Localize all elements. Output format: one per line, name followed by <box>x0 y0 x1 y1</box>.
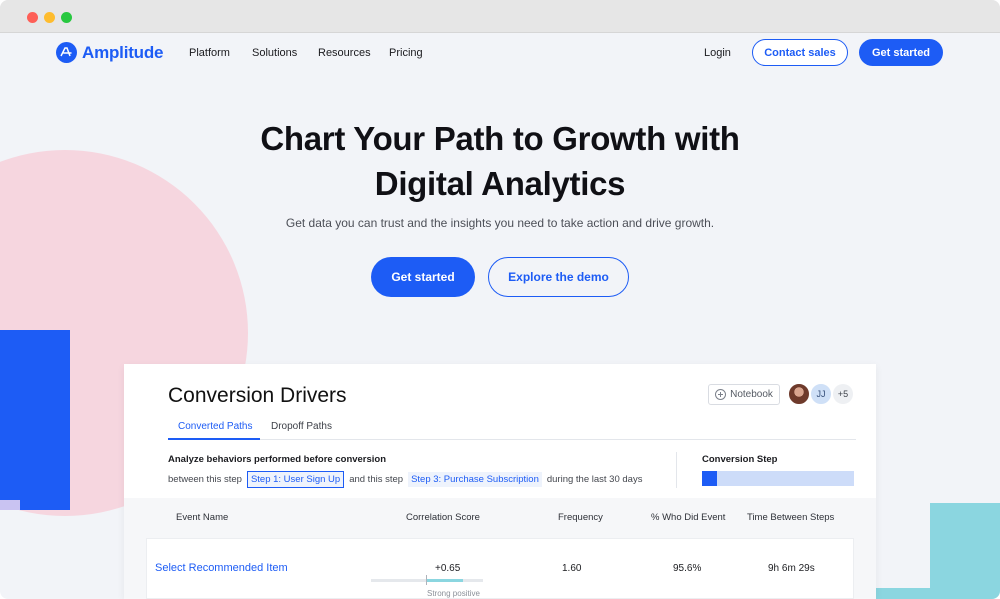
browser-window: Amplitude Platform Solutions Resources P… <box>0 0 1000 599</box>
close-window-button[interactable] <box>27 12 38 23</box>
brand-name: Amplitude <box>82 42 164 62</box>
pct-did-event-value: 95.6% <box>673 563 702 574</box>
notebook-button[interactable]: Notebook <box>708 384 780 405</box>
column-header-pct-who-did-event[interactable]: % Who Did Event <box>651 512 725 523</box>
tab-converted-paths[interactable]: Converted Paths <box>178 421 253 432</box>
column-header-event-name[interactable]: Event Name <box>176 512 228 523</box>
nav-link-platform[interactable]: Platform <box>189 47 230 59</box>
user-avatar-photo[interactable] <box>788 383 810 405</box>
correlation-strength-label: Strong positive <box>427 589 480 598</box>
top-navigation: Amplitude Platform Solutions Resources P… <box>0 33 1000 73</box>
amplitude-logo[interactable]: Amplitude <box>56 42 164 63</box>
event-name-link[interactable]: Select Recommended Item <box>155 562 288 574</box>
add-circle-icon <box>715 389 727 400</box>
events-table: Event Name Correlation Score Frequency %… <box>124 498 876 599</box>
amplitude-logo-icon <box>56 42 77 63</box>
login-link[interactable]: Login <box>704 47 731 59</box>
window-titlebar <box>0 0 1000 33</box>
decorative-blue-block <box>0 330 70 510</box>
hero-title-line-2: Digital Analytics <box>374 165 626 202</box>
period-label: during the last 30 days <box>546 474 643 485</box>
frequency-value: 1.60 <box>562 563 582 574</box>
panel-tabs: Converted Paths Dropoff Paths <box>168 416 856 440</box>
start-step-selector[interactable]: Step 1: User Sign Up <box>246 471 345 488</box>
maximize-window-button[interactable] <box>61 12 72 23</box>
minimize-window-button[interactable] <box>44 12 55 23</box>
conversion-step-bar[interactable] <box>702 471 854 486</box>
and-label: and this step <box>349 474 404 485</box>
decorative-teal-strip <box>876 588 936 599</box>
nav-link-resources[interactable]: Resources <box>318 47 371 59</box>
nav-link-pricing[interactable]: Pricing <box>389 47 423 59</box>
correlation-score-bar-fill <box>427 579 464 582</box>
contact-sales-button[interactable]: Contact sales <box>752 39 848 66</box>
conversion-drivers-panel: Conversion Drivers Notebook JJ +5 Conver… <box>124 364 876 599</box>
end-step-selector[interactable]: Step 3: Purchase Subscription <box>408 472 542 487</box>
column-header-correlation-score[interactable]: Correlation Score <box>406 512 480 523</box>
time-between-steps-value: 9h 6m 29s <box>768 563 815 574</box>
between-label: between this step <box>168 474 242 485</box>
table-row[interactable]: Select Recommended Item +0.65 Strong pos… <box>146 538 854 599</box>
correlation-score-value: +0.65 <box>435 563 461 574</box>
explore-demo-button[interactable]: Explore the demo <box>488 257 629 297</box>
notebook-label: Notebook <box>730 389 773 400</box>
table-header: Event Name Correlation Score Frequency %… <box>146 498 854 532</box>
behaviors-heading: Analyze behaviors performed before conve… <box>168 454 387 465</box>
column-header-frequency[interactable]: Frequency <box>558 512 603 523</box>
panel-title: Conversion Drivers <box>168 384 347 407</box>
tab-dropoff-paths[interactable]: Dropoff Paths <box>271 421 332 432</box>
nav-link-solutions[interactable]: Solutions <box>252 47 297 59</box>
hero-get-started-button[interactable]: Get started <box>371 257 475 297</box>
hero-subtitle: Get data you can trust and the insights … <box>285 216 715 230</box>
correlation-zero-marker <box>426 575 427 585</box>
user-avatar-initials[interactable]: JJ <box>810 383 832 405</box>
decorative-teal-block <box>930 503 1000 599</box>
conversion-step-heading: Conversion Step <box>702 454 778 465</box>
correlation-score-bar <box>371 579 483 582</box>
step-selector-row: between this step Step 1: User Sign Up a… <box>168 471 642 488</box>
nav-get-started-button[interactable]: Get started <box>859 39 943 66</box>
hero-title-line-1: Chart Your Path to Growth with <box>260 120 740 157</box>
column-header-time-between-steps[interactable]: Time Between Steps <box>747 512 834 523</box>
hero-title: Chart Your Path to Growth with Digital A… <box>200 116 800 206</box>
conversion-step-bar-fill <box>702 471 718 486</box>
section-divider <box>676 452 677 488</box>
decorative-lilac-block <box>0 500 20 510</box>
more-collaborators-badge[interactable]: +5 <box>833 384 853 404</box>
active-tab-indicator <box>168 438 260 440</box>
